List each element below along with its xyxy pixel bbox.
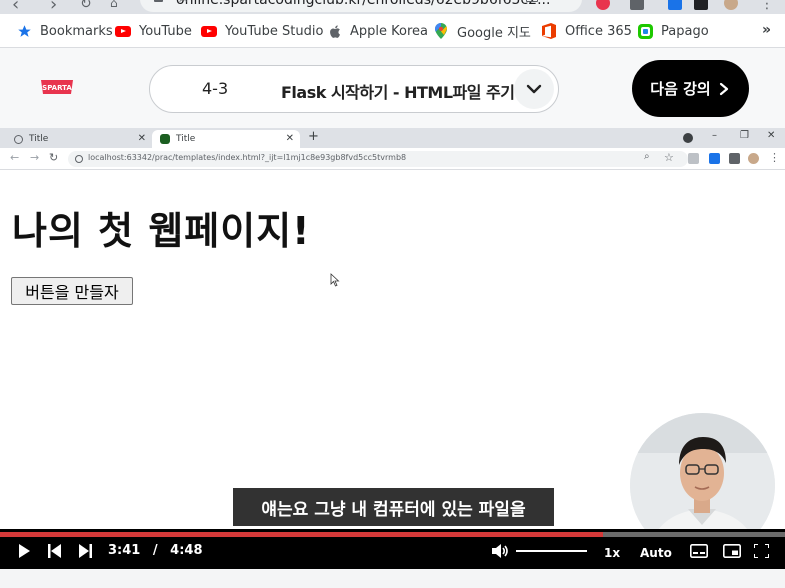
page-heading: 나의 첫 웹페이지!	[12, 209, 311, 253]
apple-icon	[326, 23, 342, 39]
fullscreen-icon[interactable]	[754, 544, 769, 558]
youtube-icon	[115, 23, 131, 39]
inner-tab-active[interactable]: Title ✕	[152, 130, 300, 148]
next-lecture-label: 다음 강의	[650, 80, 711, 98]
picture-in-picture-icon[interactable]	[723, 544, 741, 558]
bookmark-label: Papago	[661, 23, 709, 39]
lock-icon	[154, 0, 163, 2]
star-icon	[16, 23, 32, 39]
info-icon	[75, 155, 83, 163]
back-icon[interactable]: ‹	[12, 0, 19, 14]
chevron-down-icon	[526, 84, 542, 94]
outer-browser-toolbar: ‹ › ↻ ⌂ online.spartacodingclub.kr/enrol…	[0, 0, 785, 14]
zoom-icon[interactable]: ⌕	[644, 151, 650, 162]
forward-icon[interactable]: →	[30, 151, 39, 164]
bookmark-label: Office 365	[565, 23, 632, 39]
mouse-cursor-icon	[330, 273, 340, 287]
sidepanel-icon[interactable]	[694, 0, 708, 10]
player-controls: 3:41 / 4:48 1x Auto	[0, 529, 785, 569]
bookmark-star-icon[interactable]: ☆	[664, 151, 674, 164]
bookmark-label: Google 지도	[457, 25, 531, 41]
inner-address-bar[interactable]: localhost:63342/prac/templates/index.htm…	[68, 151, 688, 167]
current-time: 3:41	[108, 543, 141, 558]
menu-kebab-icon[interactable]: ⋮	[769, 151, 780, 164]
inner-tab[interactable]: Title ✕	[6, 130, 152, 148]
quality-button[interactable]: Auto	[640, 546, 672, 560]
home-icon[interactable]: ⌂	[110, 0, 118, 10]
reload-icon[interactable]: ↻	[80, 0, 92, 12]
bookmark-papago[interactable]: Papago	[637, 23, 709, 39]
google-maps-icon	[433, 23, 449, 39]
chevron-right-icon	[719, 82, 728, 95]
extension-icon[interactable]	[596, 0, 610, 10]
restore-icon[interactable]: ❐	[740, 130, 749, 141]
bookmark-youtube-studio[interactable]: YouTube Studio	[201, 23, 323, 39]
video-player[interactable]: Title ✕ Title ✕ + – ❐ ✕ ← → ↻ localhost:…	[0, 128, 785, 569]
inner-toolbar: ← → ↻ localhost:63342/prac/templates/ind…	[0, 148, 785, 170]
previous-icon[interactable]	[48, 544, 62, 558]
papago-icon	[637, 23, 653, 39]
extension-icon[interactable]	[668, 0, 682, 10]
bookmark-label: Apple Korea	[350, 23, 428, 39]
inner-tab-title: Title	[176, 134, 196, 144]
tab-search-icon[interactable]	[683, 133, 693, 143]
caption-text: 얘는요 그냥 내 컴퓨터에 있는 파일을	[233, 488, 554, 526]
bookmarks-bar: Bookmarks YouTube YouTube Studio Apple K…	[0, 14, 785, 48]
youtube-icon	[201, 23, 217, 39]
profile-avatar[interactable]	[748, 153, 759, 164]
page-footer-strip	[0, 569, 785, 588]
lesson-dropdown-button[interactable]	[514, 69, 554, 109]
window-close-icon[interactable]: ✕	[767, 130, 775, 141]
close-tab-icon[interactable]: ✕	[286, 133, 294, 144]
bookmark-apple-korea[interactable]: Apple Korea	[326, 23, 428, 39]
bookmark-label: YouTube Studio	[225, 23, 324, 39]
forward-icon[interactable]: ›	[50, 0, 57, 14]
minimize-icon[interactable]: –	[712, 130, 717, 141]
menu-kebab-icon[interactable]: ⋮	[760, 0, 774, 12]
page-button[interactable]: 버튼을 만들자	[11, 277, 133, 305]
playback-speed-button[interactable]: 1x	[604, 546, 620, 560]
volume-icon[interactable]	[492, 543, 509, 559]
puzzle-icon[interactable]	[729, 153, 740, 164]
profile-avatar[interactable]	[724, 0, 738, 10]
globe-icon	[14, 134, 23, 144]
sparta-logo[interactable]: SPARTA	[38, 78, 76, 96]
captions-icon[interactable]	[690, 544, 708, 558]
back-icon[interactable]: ←	[10, 151, 19, 164]
bookmark-label: Bookmarks	[40, 23, 113, 39]
extension-icon[interactable]	[709, 153, 720, 164]
lesson-title: Flask 시작하기 - HTML파일 주기	[281, 83, 515, 102]
progress-bar[interactable]	[0, 532, 785, 537]
bookmark-office-365[interactable]: Office 365	[541, 23, 632, 39]
progress-bar-fill	[0, 532, 603, 537]
next-lecture-button[interactable]: 다음 강의	[632, 60, 749, 117]
course-header: SPARTA 4-3 Flask 시작하기 - HTML파일 주기 다음 강의	[0, 48, 785, 128]
close-tab-icon[interactable]: ✕	[138, 133, 146, 144]
bookmark-google-maps[interactable]: Google 지도	[433, 23, 531, 41]
volume-slider[interactable]	[516, 550, 587, 552]
new-tab-icon[interactable]: +	[308, 129, 319, 144]
lesson-selector[interactable]: 4-3 Flask 시작하기 - HTML파일 주기	[149, 65, 559, 113]
play-icon[interactable]	[18, 544, 31, 558]
inner-tab-strip: Title ✕ Title ✕ + – ❐ ✕	[0, 128, 785, 148]
bookmark-youtube[interactable]: YouTube	[115, 23, 192, 39]
bookmark-star-icon[interactable]: ☆	[176, 0, 568, 6]
duration: 4:48	[170, 543, 203, 558]
time-separator: /	[152, 543, 158, 558]
inner-tab-title: Title	[29, 134, 49, 144]
lesson-number: 4-3	[202, 79, 229, 98]
inner-url-text: localhost:63342/prac/templates/index.htm…	[88, 153, 407, 162]
office-icon	[541, 23, 557, 39]
next-icon[interactable]	[78, 544, 92, 558]
bookmark-label: YouTube	[139, 23, 192, 39]
extension-icon[interactable]	[688, 153, 699, 164]
reload-icon[interactable]: ↻	[49, 151, 58, 164]
bookmark-bookmarks[interactable]: Bookmarks	[16, 23, 113, 39]
pycharm-icon	[160, 134, 170, 144]
puzzle-icon[interactable]	[630, 0, 644, 10]
time-display: 3:41 / 4:48	[108, 543, 203, 558]
bookmarks-overflow-icon[interactable]: »	[762, 22, 771, 38]
svg-text:SPARTA: SPARTA	[42, 84, 72, 92]
outer-address-bar[interactable]: online.spartacodingclub.kr/enrolleds/62e…	[140, 0, 582, 12]
